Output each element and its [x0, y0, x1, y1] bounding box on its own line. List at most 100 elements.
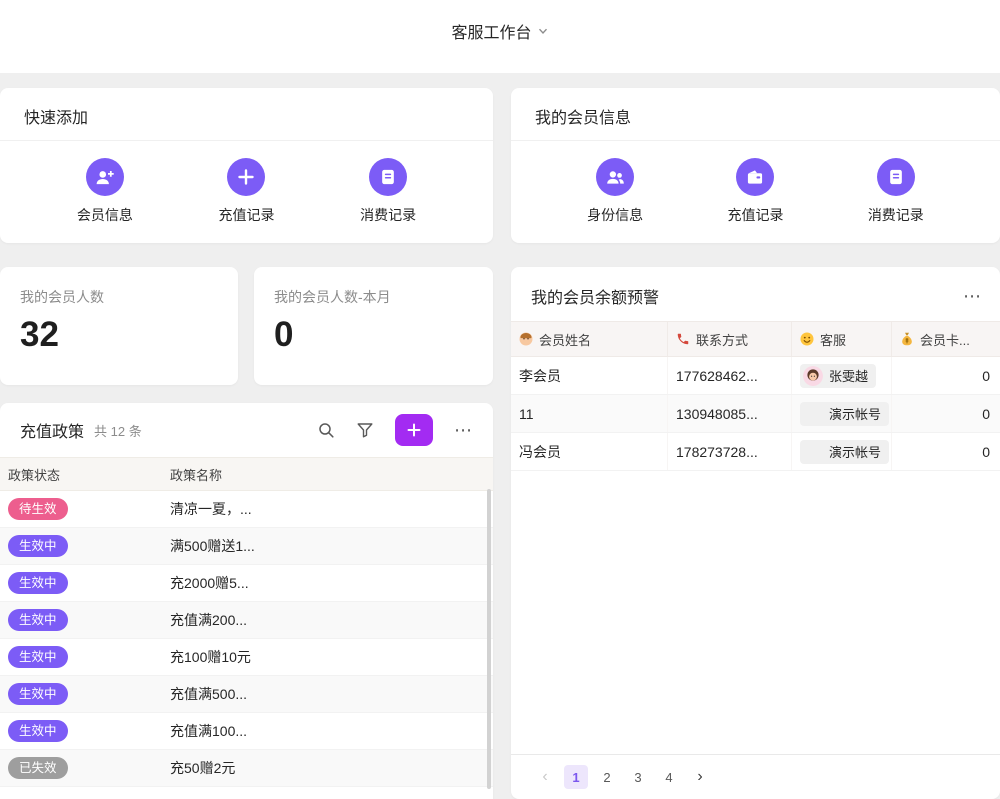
plus-icon	[406, 422, 422, 438]
column-header-policy-status[interactable]: 政策状态	[0, 458, 162, 490]
workspace-switcher[interactable]: 客服工作台	[451, 19, 548, 43]
shortcut-label: 充值记录	[218, 205, 274, 225]
member-name-cell: 冯会员	[511, 433, 668, 470]
contact-cell: 130948085...	[668, 395, 792, 432]
contact-cell: 178273728...	[668, 433, 792, 470]
stat-value: 32	[20, 315, 218, 355]
policy-name-cell: 充值满200...	[162, 610, 493, 630]
shortcut-label: 消费记录	[868, 205, 924, 225]
balance-table-header: 会员姓名 联系方式 客服 会员卡...	[511, 321, 1000, 357]
empty-table-area	[511, 471, 1000, 755]
shortcut-consume-record[interactable]: 消费记录	[868, 158, 924, 225]
agent-pill: 张雯越	[800, 364, 876, 388]
agent-pill: 演示帐号	[800, 440, 889, 464]
policy-name-cell: 充2000赠5...	[162, 573, 493, 593]
pagination: ‹ 1 2 3 4 ›	[511, 755, 1000, 799]
shortcut-recharge-record[interactable]: 充值记录	[218, 158, 274, 225]
balance-warning-title: 我的会员余额预警	[531, 284, 659, 308]
status-badge: 生效中	[8, 683, 68, 706]
policy-name-cell: 充50赠2元	[162, 758, 493, 778]
policy-table-header: 政策状态 政策名称	[0, 457, 493, 491]
balance-table-body: 李会员 177628462... 张雯越 0 11 130948085... 演…	[511, 357, 1000, 471]
policy-table-body: 待生效 清凉一夏，... 生效中 满500赠送1... 生效中 充2000赠5.…	[0, 491, 493, 787]
brand-logo-avatar	[803, 442, 823, 462]
pagination-next-button[interactable]: ›	[688, 765, 712, 789]
column-header-member-card[interactable]: 会员卡...	[892, 322, 1000, 356]
policy-name-cell: 满500赠送1...	[162, 536, 493, 556]
column-header-agent[interactable]: 客服	[792, 322, 892, 356]
agent-cell: 张雯越	[792, 357, 892, 394]
money-bag-icon	[900, 332, 914, 346]
quick-add-header: 快速添加	[0, 88, 493, 141]
dashboard-background: 快速添加 会员信息 充值记录 消费记录	[0, 73, 1000, 799]
member-name-cell: 11	[511, 395, 668, 432]
stat-card-member-count: 我的会员人数 32	[0, 267, 238, 385]
stat-label: 我的会员人数-本月	[274, 287, 473, 307]
status-badge: 生效中	[8, 646, 68, 669]
policy-name-cell: 清凉一夏，...	[162, 499, 493, 519]
status-badge: 生效中	[8, 535, 68, 558]
brand-logo-avatar	[803, 404, 823, 424]
column-header-policy-name[interactable]: 政策名称	[162, 458, 493, 490]
agent-pill: 演示帐号	[800, 402, 889, 426]
people-icon	[596, 158, 634, 196]
my-member-info-title: 我的会员信息	[535, 110, 631, 127]
table-row[interactable]: 生效中 充值满500...	[0, 676, 493, 713]
stat-label: 我的会员人数	[20, 287, 218, 307]
agent-cell: 演示帐号	[792, 433, 892, 470]
shortcut-label: 身份信息	[587, 205, 643, 225]
table-row[interactable]: 生效中 充值满200...	[0, 602, 493, 639]
balance-cell: 0	[892, 395, 1000, 432]
quick-add-title: 快速添加	[24, 110, 88, 127]
plus-icon	[227, 158, 265, 196]
more-menu-button[interactable]: ⋯	[454, 421, 473, 439]
table-row[interactable]: 冯会员 178273728... 演示帐号 0	[511, 433, 1000, 471]
pagination-page-4[interactable]: 4	[657, 765, 681, 789]
status-badge: 待生效	[8, 498, 68, 521]
shortcut-recharge-record[interactable]: 充值记录	[727, 158, 783, 225]
filter-button[interactable]	[356, 421, 374, 439]
add-policy-button[interactable]	[395, 414, 433, 446]
shortcut-consume-record[interactable]: 消费记录	[360, 158, 416, 225]
contact-cell: 177628462...	[668, 357, 792, 394]
table-row[interactable]: 待生效 清凉一夏，...	[0, 491, 493, 528]
table-row[interactable]: 已失效 充50赠2元	[0, 750, 493, 787]
pagination-page-1[interactable]: 1	[564, 765, 588, 789]
more-menu-button[interactable]: ⋯	[963, 287, 982, 305]
table-row[interactable]: 生效中 充值满100...	[0, 713, 493, 750]
member-add-icon	[86, 158, 124, 196]
recharge-policy-card: 充值政策 共 12 条 ⋯ 政策状态 政策名称 待生效 清凉	[0, 403, 493, 799]
table-row[interactable]: 李会员 177628462... 张雯越 0	[511, 357, 1000, 395]
shortcut-identity-info[interactable]: 身份信息	[587, 158, 643, 225]
column-header-contact[interactable]: 联系方式	[668, 322, 792, 356]
table-row[interactable]: 生效中 充100赠10元	[0, 639, 493, 676]
vertical-scrollbar[interactable]	[487, 489, 491, 789]
column-label: 客服	[820, 330, 846, 349]
search-button[interactable]	[317, 421, 335, 439]
receipt-icon	[877, 158, 915, 196]
shortcut-label: 会员信息	[77, 205, 133, 225]
policy-name-cell: 充值满100...	[162, 721, 493, 741]
receipt-icon	[369, 158, 407, 196]
policy-name-cell: 充值满500...	[162, 684, 493, 704]
column-label: 联系方式	[696, 330, 748, 349]
smiley-icon	[800, 332, 814, 346]
table-row[interactable]: 生效中 充2000赠5...	[0, 565, 493, 602]
shortcut-label: 消费记录	[360, 205, 416, 225]
column-header-member-name[interactable]: 会员姓名	[511, 322, 668, 356]
column-label: 会员卡...	[920, 330, 970, 349]
pagination-prev-button[interactable]: ‹	[533, 765, 557, 789]
pagination-page-3[interactable]: 3	[626, 765, 650, 789]
my-member-info-card: 我的会员信息 身份信息 充值记录 消费记录	[511, 88, 1000, 243]
agent-name: 张雯越	[829, 366, 868, 385]
status-badge: 生效中	[8, 572, 68, 595]
table-row[interactable]: 生效中 满500赠送1...	[0, 528, 493, 565]
pagination-page-2[interactable]: 2	[595, 765, 619, 789]
shortcut-member-info[interactable]: 会员信息	[77, 158, 133, 225]
agent-cell: 演示帐号	[792, 395, 892, 432]
balance-cell: 0	[892, 433, 1000, 470]
filter-funnel-icon	[356, 421, 374, 439]
table-row[interactable]: 11 130948085... 演示帐号 0	[511, 395, 1000, 433]
agent-name: 演示帐号	[829, 442, 881, 461]
my-member-info-header: 我的会员信息	[511, 88, 1000, 141]
